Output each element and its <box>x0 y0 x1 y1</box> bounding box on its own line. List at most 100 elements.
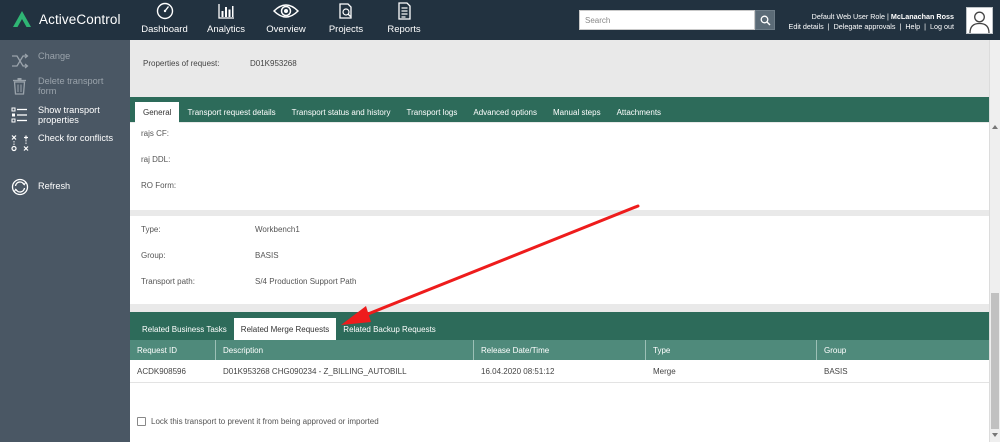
conflicts-icon <box>11 135 29 152</box>
table-cell: Merge <box>653 366 676 376</box>
column-header[interactable]: Release Date/Time <box>474 340 646 360</box>
trash-icon <box>13 78 26 95</box>
properties-header: Properties of request: D01K953268 <box>130 40 989 92</box>
table-cell: ACDK908596 <box>137 366 186 376</box>
edit-details-link[interactable]: Edit details <box>789 22 824 31</box>
eye-icon <box>273 4 299 18</box>
user-links: Edit details | Delegate approvals | Help… <box>788 22 954 31</box>
table-cell: 16.04.2020 08:51:12 <box>481 366 555 376</box>
sidebar-item-label: Change <box>38 51 71 61</box>
tab-advanced-options[interactable]: Advanced options <box>465 102 545 122</box>
nav-overview-label: Overview <box>266 24 306 35</box>
bar-chart-icon <box>218 4 234 19</box>
page-scrollbar[interactable] <box>989 40 1000 442</box>
search-button[interactable] <box>755 10 775 30</box>
sidebar-item-label: Check for conflicts <box>38 133 114 143</box>
transport-details-panel: Type: Workbench1 Group: BASIS Transport … <box>130 216 989 304</box>
app-logo[interactable]: ActiveControl <box>12 10 121 28</box>
refresh-icon <box>11 178 29 196</box>
delegate-approvals-link[interactable]: Delegate approvals <box>834 22 896 31</box>
search-input[interactable] <box>579 10 755 30</box>
field-label: Type: <box>141 225 161 234</box>
nav-dashboard-label: Dashboard <box>141 24 188 35</box>
tab-attachments[interactable]: Attachments <box>609 102 669 122</box>
top-bar: ActiveControl Dashboard Analytics Overvi… <box>0 0 1000 40</box>
field-value: S/4 Production Support Path <box>255 277 357 286</box>
lock-transport-row: Lock this transport to prevent it from b… <box>137 417 379 426</box>
document-icon <box>398 2 411 20</box>
help-link[interactable]: Help <box>905 22 920 31</box>
scroll-down-arrow[interactable] <box>990 430 1000 440</box>
nav-reports-label: Reports <box>387 24 421 35</box>
related-requests-tabs: Related Business Tasks Related Merge Req… <box>130 312 989 341</box>
nav-overview[interactable]: Overview <box>256 0 316 40</box>
sidebar-item-label: Show transport properties <box>38 105 100 125</box>
field-value: Workbench1 <box>255 225 300 234</box>
user-name: McLanachan Ross <box>890 12 954 21</box>
lock-transport-label: Lock this transport to prevent it from b… <box>151 417 379 426</box>
user-role: Default Web User Role <box>811 12 886 21</box>
nav-projects[interactable]: Projects <box>316 0 376 40</box>
column-header[interactable]: Group <box>817 340 989 360</box>
tab-related-merge-requests[interactable]: Related Merge Requests <box>233 318 337 341</box>
nav-projects-label: Projects <box>328 24 364 35</box>
scroll-up-arrow[interactable] <box>990 122 1000 132</box>
field-label: rajs CF: <box>141 129 169 138</box>
sidebar-item-label: Delete transport form <box>38 76 104 96</box>
user-role-line: Default Web User Role | McLanachan Ross <box>811 12 954 21</box>
column-header[interactable]: Type <box>646 340 817 360</box>
properties-label: Properties of request: <box>143 59 220 68</box>
properties-tabs: General Transport request details Transp… <box>130 97 989 123</box>
tab-related-business-tasks[interactable]: Related Business Tasks <box>135 318 234 340</box>
log-out-link[interactable]: Log out <box>930 22 954 31</box>
field-label: raj DDL: <box>141 155 171 164</box>
app-name: ActiveControl <box>39 11 121 27</box>
sidebar-item-change[interactable]: Change <box>10 51 116 70</box>
sidebar-item-show-transport-properties[interactable]: Show transport properties <box>10 105 116 125</box>
scrollbar-thumb[interactable] <box>991 293 999 429</box>
request-id-value: D01K953268 <box>250 59 297 68</box>
sidebar-item-delete-transport-form[interactable]: Delete transport form <box>10 76 116 96</box>
lock-transport-checkbox[interactable] <box>137 417 146 426</box>
field-value: BASIS <box>255 251 279 260</box>
tab-general[interactable]: General <box>135 102 180 123</box>
field-label: RO Form: <box>141 181 177 190</box>
shuffle-icon <box>12 53 29 69</box>
nav-reports[interactable]: Reports <box>376 0 432 40</box>
nav-analytics-label: Analytics <box>206 24 245 35</box>
field-label: Group: <box>141 251 166 260</box>
merge-requests-table: Request ID Description Release Date/Time… <box>130 340 989 383</box>
table-cell: D01K953268 CHG090234 - Z_BILLING_AUTOBIL… <box>223 366 407 376</box>
activecontrol-logo-icon <box>13 11 31 27</box>
main-content: Properties of request: D01K953268 Genera… <box>130 40 989 442</box>
custom-fields-panel: rajs CF: raj DDL: RO Form: <box>130 123 989 210</box>
tab-related-backup-requests[interactable]: Related Backup Requests <box>336 318 443 340</box>
table-row[interactable]: ACDK908596 D01K953268 CHG090234 - Z_BILL… <box>130 360 989 383</box>
projects-icon <box>339 3 352 19</box>
sidebar-item-refresh[interactable]: Refresh <box>10 178 116 196</box>
column-header[interactable]: Request ID <box>130 340 216 360</box>
sidebar-item-check-for-conflicts[interactable]: Check for conflicts <box>10 133 116 152</box>
user-avatar-icon <box>969 11 990 33</box>
sidebar-item-label: Refresh <box>38 181 71 191</box>
user-info: Default Web User Role | McLanachan Ross … <box>789 12 954 32</box>
tab-transport-status-and-history[interactable]: Transport status and history <box>284 102 399 122</box>
table-cell: BASIS <box>824 366 848 376</box>
avatar[interactable] <box>966 7 993 34</box>
field-label: Transport path: <box>141 277 195 286</box>
tab-transport-logs[interactable]: Transport logs <box>399 102 466 122</box>
table-header: Request ID Description Release Date/Time… <box>130 340 989 360</box>
list-icon <box>11 107 27 123</box>
lock-section: Lock this transport to prevent it from b… <box>130 383 989 442</box>
dashboard-gauge-icon <box>156 2 173 20</box>
tab-transport-request-details[interactable]: Transport request details <box>179 102 283 122</box>
column-header[interactable]: Description <box>216 340 474 360</box>
nav-analytics[interactable]: Analytics <box>196 0 256 40</box>
sidebar: Change Delete transport form Show transp… <box>0 40 130 442</box>
tab-manual-steps[interactable]: Manual steps <box>545 102 609 122</box>
chevron-up-icon <box>992 125 998 129</box>
main-nav: Dashboard Analytics Overview Projects Re… <box>133 0 432 40</box>
chevron-down-icon <box>992 433 998 437</box>
search-bar <box>579 10 775 30</box>
nav-dashboard[interactable]: Dashboard <box>133 0 196 40</box>
